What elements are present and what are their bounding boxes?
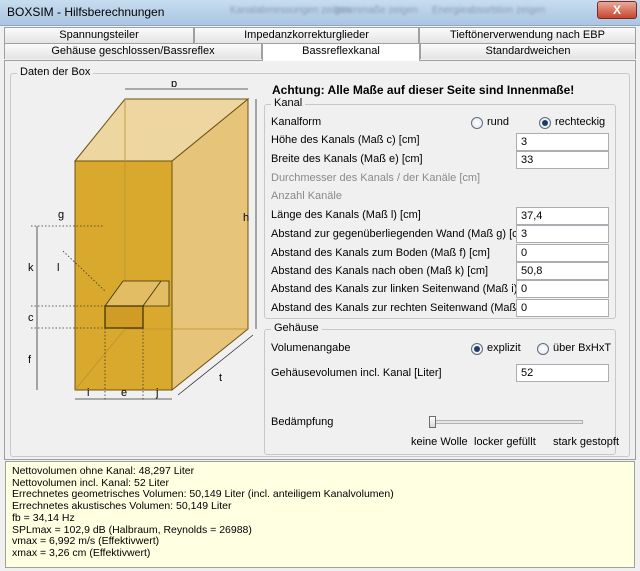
close-icon: X — [612, 3, 621, 17]
radio-rechteckig[interactable] — [539, 117, 551, 129]
radio-rund-label: rund — [487, 116, 510, 128]
field-label-anzahl: Anzahl Kanäle — [271, 190, 342, 202]
dim-label-b: b — [171, 81, 177, 90]
abstand-rechts-input[interactable]: 0 — [516, 299, 609, 317]
blurred-menu-item: Energieabsorbtion zeigen — [432, 5, 546, 16]
breite-input[interactable]: 33 — [516, 151, 609, 169]
radio-rechteckig-label: rechteckig — [555, 116, 606, 128]
tab-tieftoener-ebp[interactable]: Tieftönerverwendung nach EBP — [419, 27, 636, 43]
kanalform-label: Kanalform — [271, 116, 322, 128]
dim-label-h: h — [243, 212, 249, 224]
field-label-abstand-rechts: Abstand des Kanals zur rechten Seitenwan… — [271, 302, 550, 314]
blurred-menu-item: Innenmaße zeigen — [335, 5, 418, 16]
result-line: fb = 34,14 Hz — [12, 511, 75, 524]
tab-bassreflexkanal[interactable]: Bassreflexkanal — [262, 43, 420, 61]
radio-bxhxt[interactable] — [537, 343, 549, 355]
blurred-menu-item: Kanalabmessungen zeigen — [230, 5, 351, 16]
radio-bxhxt-label: über BxHxT — [553, 342, 612, 354]
innenmasse-warning: Achtung: Alle Maße auf dieser Seite sind… — [272, 83, 575, 97]
abstand-boden-input[interactable]: 0 — [516, 244, 609, 262]
tab-row-1: Spannungsteiler Impedanzkorrekturglieder… — [4, 27, 636, 43]
dim-label-t: t — [219, 372, 222, 384]
kanal-group-label: Kanal — [271, 97, 306, 109]
bedaempfung-slider-thumb[interactable] — [429, 416, 436, 428]
abstand-links-input[interactable]: 0 — [516, 280, 609, 298]
result-line: Nettovolumen ohne Kanal: 48,297 Liter — [12, 465, 195, 477]
field-label-abstand-wand: Abstand zur gegenüberliegenden Wand (Maß… — [271, 228, 530, 240]
tab-spannungsteiler[interactable]: Spannungsteiler — [4, 27, 194, 43]
box-diagram: b h t g l k c f i e j — [28, 81, 257, 401]
tab-impedanzkorrektur[interactable]: Impedanzkorrekturglieder — [194, 27, 419, 43]
field-label-hoehe: Höhe des Kanals (Maß c) [cm] — [271, 134, 420, 146]
close-button[interactable]: X — [597, 1, 637, 19]
gehaeusevolumen-input[interactable]: 52 — [516, 364, 609, 382]
dim-label-c: c — [28, 312, 34, 324]
result-line: xmax = 3,26 cm (Effektivwert) — [12, 546, 151, 559]
box-data-group-label: Daten der Box — [17, 66, 94, 78]
gehaeusevolumen-label: Gehäusevolumen incl. Kanal [Liter] — [271, 367, 442, 379]
dim-label-k: k — [28, 262, 34, 274]
radio-rund[interactable] — [471, 117, 483, 129]
bedaempfung-label: Bedämpfung — [271, 416, 334, 428]
radio-explizit[interactable] — [471, 343, 483, 355]
results-panel: Nettovolumen ohne Kanal: 48,297 Liter Ne… — [5, 461, 635, 568]
radio-explizit-label: explizit — [487, 342, 521, 354]
field-label-abstand-oben: Abstand des Kanals nach oben (Maß k) [cm… — [271, 265, 489, 277]
window-title: BOXSIM - Hilfsberechnungen — [7, 5, 165, 19]
field-label-breite: Breite des Kanals (Maß e) [cm] — [271, 153, 423, 165]
result-line: Errechnetes akustisches Volumen: 50,149 … — [12, 500, 232, 513]
field-label-laenge: Länge des Kanals (Maß l) [cm] — [271, 209, 421, 221]
dim-label-g: g — [58, 209, 64, 221]
abstand-oben-input[interactable]: 50,8 — [516, 262, 609, 280]
field-label-abstand-links: Abstand des Kanals zur linken Seitenwand… — [271, 283, 542, 295]
tab-row-2: Gehäuse geschlossen/Bassreflex Bassrefle… — [4, 43, 636, 61]
dim-label-f: f — [28, 354, 32, 366]
tab-gehaeuse-geschlossen[interactable]: Gehäuse geschlossen/Bassreflex — [4, 43, 262, 59]
app-window: BOXSIM - Hilfsberechnungen Kanalabmessun… — [0, 0, 640, 571]
box-front-face — [74, 160, 173, 391]
channel-opening — [104, 305, 144, 329]
field-label-durchmesser: Durchmesser des Kanals / der Kanäle [cm] — [271, 172, 481, 184]
dim-label-e: e — [121, 387, 127, 399]
dim-label-i: i — [87, 387, 89, 399]
tab-panel: Daten der Box b h t g l k c f i e j Acht… — [4, 60, 636, 460]
bedaempfung-slider-track[interactable] — [429, 420, 583, 424]
hoehe-input[interactable]: 3 — [516, 133, 609, 151]
dim-label-l: l — [57, 262, 59, 274]
field-label-abstand-boden: Abstand des Kanals zum Boden (Maß f) [cm… — [271, 247, 490, 259]
dim-label-j: j — [155, 387, 158, 399]
tick-label-keine-wolle: keine Wolle — [411, 436, 468, 448]
volumenangabe-label: Volumenangabe — [271, 342, 351, 354]
abstand-wand-input[interactable]: 3 — [516, 225, 609, 243]
title-bar: BOXSIM - Hilfsberechnungen Kanalabmessun… — [0, 0, 640, 26]
laenge-input[interactable]: 37,4 — [516, 207, 609, 225]
gehaeuse-group-label: Gehäuse — [271, 322, 322, 334]
tick-label-stark: stark gestopft — [553, 436, 620, 448]
tab-standardweichen[interactable]: Standardweichen — [420, 43, 636, 59]
tick-label-locker: locker gefüllt — [474, 436, 536, 448]
